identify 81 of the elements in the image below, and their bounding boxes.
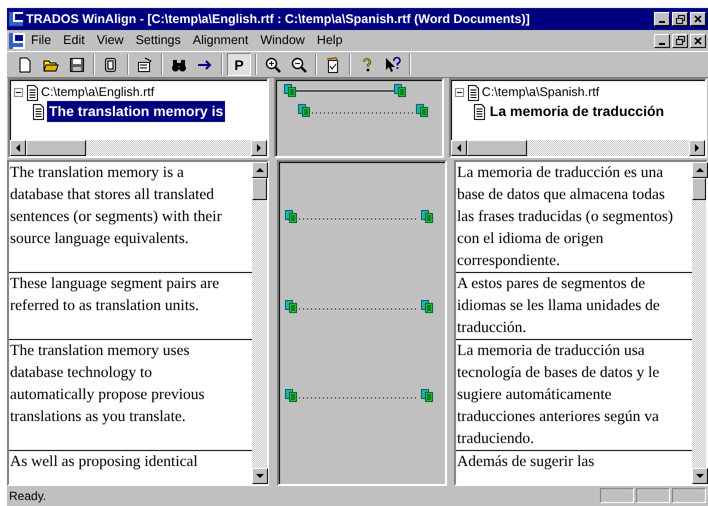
context-help-icon[interactable] [385, 56, 401, 72]
menu-item[interactable]: Edit [57, 31, 91, 50]
paragraph-toggle-button[interactable]: P [227, 53, 251, 76]
new-file-icon[interactable] [17, 56, 33, 72]
status-pane [672, 488, 706, 503]
restore-button[interactable] [672, 12, 688, 26]
segment-pair-icon [421, 388, 433, 402]
horizontal-scrollbar[interactable] [450, 140, 706, 156]
alignment-link[interactable] [285, 210, 433, 222]
scrollbar-thumb[interactable] [26, 140, 86, 156]
document-icon [466, 84, 479, 100]
segment-pair-icon [394, 84, 406, 97]
close-icon [694, 15, 702, 23]
scroll-right-icon[interactable] [694, 144, 700, 152]
alignment-link[interactable] [298, 104, 428, 117]
minimize-button[interactable] [654, 12, 670, 26]
document-icon [32, 104, 44, 120]
alignment-link[interactable] [284, 84, 406, 97]
scrollbar-thumb[interactable] [466, 140, 527, 156]
restore-icon [676, 36, 684, 45]
alignment-link[interactable] [285, 388, 433, 402]
restore-icon [676, 14, 684, 24]
collapse-icon[interactable] [14, 88, 23, 97]
target-segment[interactable]: A estos pares de segmentos de idiomas se les llama unidades de traducción. [456, 273, 692, 340]
scroll-down-icon[interactable] [256, 473, 264, 479]
clipboard-check-icon[interactable] [325, 56, 341, 72]
zoom-in-icon[interactable] [265, 56, 281, 72]
minimize-button[interactable] [654, 34, 670, 48]
status-pane [636, 488, 670, 503]
tree-segment-item[interactable]: La memoria de traducción [488, 101, 666, 122]
document-icon [9, 32, 25, 48]
segment-pair-icon [285, 210, 297, 222]
menu-item[interactable]: File [25, 31, 58, 50]
properties-icon[interactable] [137, 56, 153, 72]
tree-file-item[interactable]: C:\temp\a\English.rtf [41, 83, 154, 102]
scroll-up-icon[interactable] [256, 167, 264, 173]
vertical-scrollbar[interactable] [252, 162, 267, 484]
segment-pair-icon [285, 388, 297, 402]
document-icon [26, 84, 38, 100]
zoom-out-icon[interactable] [291, 56, 307, 72]
horizontal-scrollbar[interactable] [10, 140, 268, 156]
segment-pair-icon [285, 300, 297, 312]
close-button[interactable] [690, 34, 706, 48]
collapse-icon[interactable] [454, 88, 464, 97]
menu-item[interactable]: Window [254, 31, 311, 50]
tree-file-item[interactable]: C:\temp\a\Spanish.rtf [482, 83, 600, 102]
segment-pair-icon [421, 300, 433, 312]
minimize-icon [659, 42, 665, 44]
window-title: TRADOS WinAlign - [C:\temp\a\English.rtf : C:\temp\a\Spanish.rtf (Word Documents)] [26, 10, 530, 28]
source-segment[interactable]: The translation memory is a database that stores all translated sentences (or segments) with their source language equivalents. [9, 162, 252, 273]
scroll-left-icon[interactable] [15, 144, 21, 152]
target-segment[interactable]: La memoria de traducción usa tecnología de bases de datos y le sugiere automáticamente traducciones anteriores según va traduciendo. [456, 340, 692, 451]
close-icon [694, 36, 702, 44]
segment-pair-icon [421, 210, 433, 222]
close-button[interactable] [690, 12, 706, 26]
menu-item[interactable]: Settings [130, 31, 187, 50]
tree-segment-item[interactable]: The translation memory is [47, 101, 226, 122]
scroll-left-icon[interactable] [456, 144, 462, 152]
vertical-scrollbar[interactable] [692, 162, 706, 484]
minimize-icon [659, 21, 665, 23]
menu-item[interactable]: View [90, 31, 130, 50]
scroll-right-icon[interactable] [256, 144, 262, 152]
segment-pair-icon [298, 104, 310, 117]
document-icon [472, 104, 485, 120]
status-text: Ready. [9, 488, 48, 504]
restore-button[interactable] [672, 34, 688, 48]
source-segment[interactable]: These language segment pairs are referred to as translation units. [9, 273, 252, 340]
source-segment[interactable]: The translation memory uses database technology to automatically propose previous translations as you translate. [9, 340, 252, 451]
menu-item[interactable]: Help [310, 31, 349, 50]
segment-pair-icon [284, 84, 296, 97]
save-icon[interactable] [69, 56, 85, 72]
scroll-up-icon[interactable] [696, 167, 704, 173]
target-segment[interactable]: La memoria de traducción es una base de datos que almacena todas las frases traducidas (o segmentos) con el idioma de origen correspondiente. [456, 162, 692, 273]
scroll-down-icon[interactable] [696, 473, 704, 479]
segment-pair-icon [416, 104, 428, 117]
device-icon[interactable] [103, 56, 119, 72]
scrollbar-thumb[interactable] [692, 178, 706, 200]
alignment-link[interactable] [285, 300, 433, 312]
menu-item[interactable]: Alignment [186, 31, 254, 50]
scrollbar-thumb[interactable] [252, 178, 267, 200]
status-pane [600, 488, 634, 503]
